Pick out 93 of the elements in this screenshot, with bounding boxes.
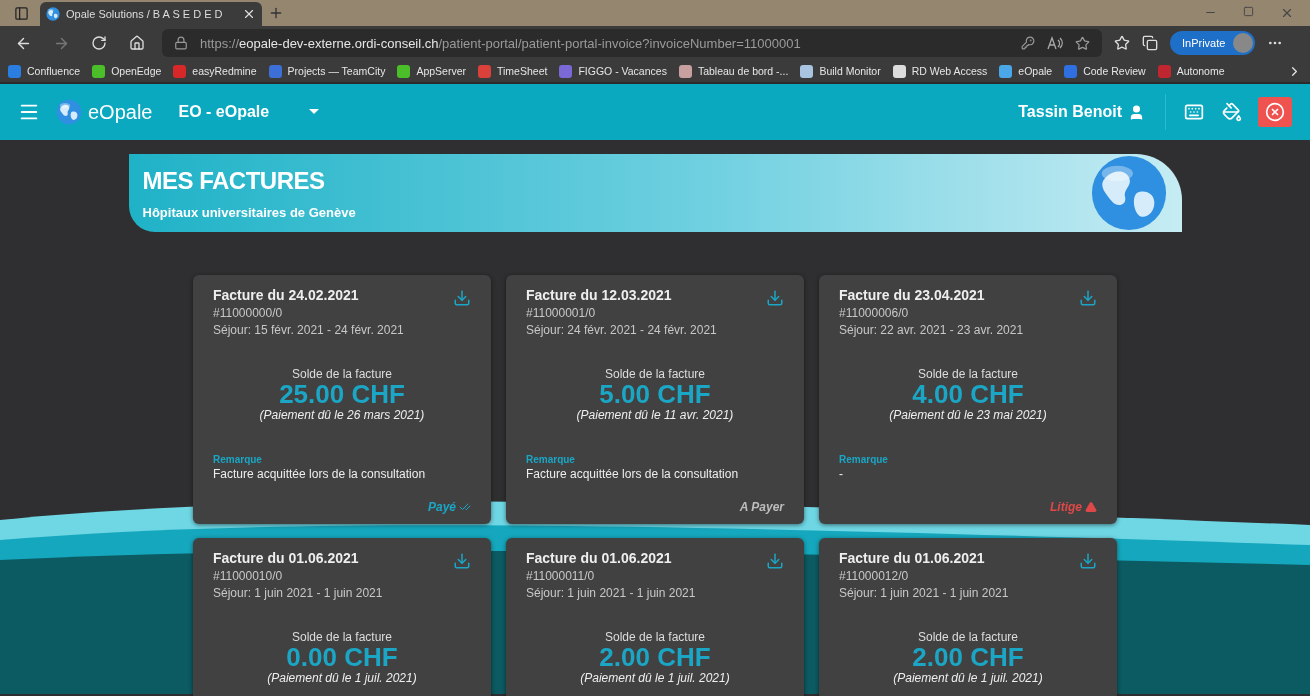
- bookmark[interactable]: Projects — TeamCity: [268, 64, 386, 78]
- lock-icon: [174, 36, 188, 50]
- stay-dates: Séjour: 15 févr. 2021 - 24 févr. 2021: [213, 323, 404, 337]
- collections-icon[interactable]: [1142, 35, 1158, 51]
- double-check-icon: [459, 501, 471, 513]
- stay-dates: Séjour: 1 juin 2021 - 1 juin 2021: [526, 586, 696, 600]
- amount: 25.00 CHF: [279, 381, 405, 409]
- balance-label: Solde de la facture: [917, 630, 1019, 644]
- invoice-number: #11000006/0: [839, 306, 910, 320]
- read-aloud-icon[interactable]: [1047, 36, 1063, 50]
- favorites-icon[interactable]: [1114, 35, 1130, 51]
- invoice-number: #11000001/0: [526, 306, 597, 320]
- invoice-title: Facture du 01.06.2021: [526, 550, 673, 566]
- paint-bucket-icon[interactable]: [1222, 102, 1242, 122]
- globe-icon: [1089, 154, 1168, 232]
- amount: 2.00 CHF: [599, 644, 711, 672]
- invoice-title: Facture du 01.06.2021: [213, 550, 360, 566]
- remark-text: -: [839, 467, 844, 482]
- invoice-title: Facture du 01.06.2021: [839, 550, 986, 566]
- stay-dates: Séjour: 22 avr. 2021 - 23 avr. 2021: [839, 323, 1024, 337]
- avatar-icon: [1233, 33, 1254, 53]
- bookmark[interactable]: AppServer: [397, 64, 466, 78]
- keyboard-icon[interactable]: [1184, 102, 1204, 122]
- download-icon[interactable]: [453, 289, 471, 307]
- invoice-number: #11000012/0: [839, 569, 910, 583]
- logo-icon: [56, 99, 82, 125]
- download-icon[interactable]: [453, 552, 471, 570]
- amount: 0.00 CHF: [286, 644, 398, 672]
- bookmark[interactable]: Autonome: [1157, 64, 1225, 78]
- due-date: (Paiement dû le 23 mai 2021): [889, 408, 1047, 423]
- due-date: (Paiement dû le 26 mars 2021): [259, 408, 425, 423]
- address-bar[interactable]: https://eopale-dev-externe.ordi-conseil.ch/patient-portal/patient-portal-invoice?invoiceNumber=11000001: [162, 29, 1102, 57]
- remark-label: Remarque: [213, 454, 263, 466]
- close-icon[interactable]: [242, 7, 256, 21]
- inprivate-badge[interactable]: InPrivate: [1170, 31, 1256, 55]
- warning-icon: [1085, 501, 1097, 513]
- due-date: (Paiement dû le 1 juil. 2021): [893, 671, 1043, 686]
- hospital-name: Hôpitaux universitaires de Genève: [142, 204, 356, 220]
- amount: 4.00 CHF: [912, 381, 1024, 409]
- balance-label: Solde de la facture: [604, 367, 706, 381]
- due-date: (Paiement dû le 1 juil. 2021): [267, 671, 417, 686]
- caret-icon: [309, 109, 320, 115]
- remark-label: Remarque: [839, 454, 889, 466]
- bookmark[interactable]: FIGGO - Vacances: [559, 64, 667, 78]
- reload-icon[interactable]: [91, 35, 107, 51]
- amount: 2.00 CHF: [912, 644, 1024, 672]
- stay-dates: Séjour: 1 juin 2021 - 1 juin 2021: [213, 586, 383, 600]
- balance-label: Solde de la facture: [604, 630, 706, 644]
- balance-label: Solde de la facture: [917, 367, 1019, 381]
- stay-dates: Séjour: 24 févr. 2021 - 24 févr. 2021: [526, 323, 717, 337]
- balance-label: Solde de la facture: [291, 630, 393, 644]
- download-icon[interactable]: [766, 552, 784, 570]
- remark-label: Remarque: [526, 454, 576, 466]
- brand-name: eOpale: [88, 100, 153, 124]
- amount: 5.00 CHF: [599, 381, 711, 409]
- user-icon: [1128, 103, 1145, 121]
- globe-icon: [46, 7, 60, 21]
- bookmark[interactable]: Code Review: [1064, 64, 1146, 78]
- bookmark[interactable]: Tableau de bord -...: [678, 64, 789, 78]
- browser-tab[interactable]: Opale Solutions / B A S E D E D: [40, 2, 262, 26]
- bookmark[interactable]: RD Web Access: [892, 64, 988, 78]
- close-icon: [1265, 102, 1285, 122]
- due-date: (Paiement dû le 11 avr. 2021): [576, 408, 734, 423]
- bookmark[interactable]: easyRedmine: [173, 64, 257, 78]
- download-icon[interactable]: [766, 289, 784, 307]
- status-label: A Payer: [739, 500, 784, 514]
- remark-text: Facture acquittée lors de la consultation: [526, 467, 740, 482]
- status-label: Payé: [427, 500, 471, 514]
- new-tab-icon[interactable]: [268, 5, 284, 21]
- page-title: MES FACTURES: [142, 166, 326, 195]
- bookmark[interactable]: Confluence: [8, 64, 81, 78]
- key-icon[interactable]: [1021, 36, 1035, 50]
- invoice-title: Facture du 24.02.2021: [213, 287, 360, 303]
- bookmark[interactable]: eOpale: [999, 64, 1053, 78]
- due-date: (Paiement dû le 1 juil. 2021): [580, 671, 730, 686]
- download-icon[interactable]: [1079, 289, 1097, 307]
- bookmark[interactable]: OpenEdge: [92, 64, 162, 78]
- close-button[interactable]: [1258, 97, 1292, 127]
- status-label: Litige: [1050, 500, 1097, 514]
- home-icon[interactable]: [129, 35, 145, 51]
- download-icon[interactable]: [1079, 552, 1097, 570]
- invoice-title: Facture du 12.03.2021: [526, 287, 673, 303]
- invoice-number: #11000010/0: [213, 569, 284, 583]
- add-favorite-icon[interactable]: [1075, 35, 1090, 51]
- invoice-number: #11000000/0: [213, 306, 284, 320]
- remark-text: Facture acquittée lors de la consultation: [213, 467, 427, 482]
- maximize-icon[interactable]: [1243, 6, 1254, 17]
- balance-label: Solde de la facture: [291, 367, 393, 381]
- stay-dates: Séjour: 1 juin 2021 - 1 juin 2021: [839, 586, 1009, 600]
- bookmark[interactable]: Build Monitor: [800, 64, 881, 78]
- bookmark[interactable]: TimeSheet: [478, 64, 548, 78]
- invoice-title: Facture du 23.04.2021: [839, 287, 986, 303]
- invoice-number: #11000011/0: [526, 569, 596, 583]
